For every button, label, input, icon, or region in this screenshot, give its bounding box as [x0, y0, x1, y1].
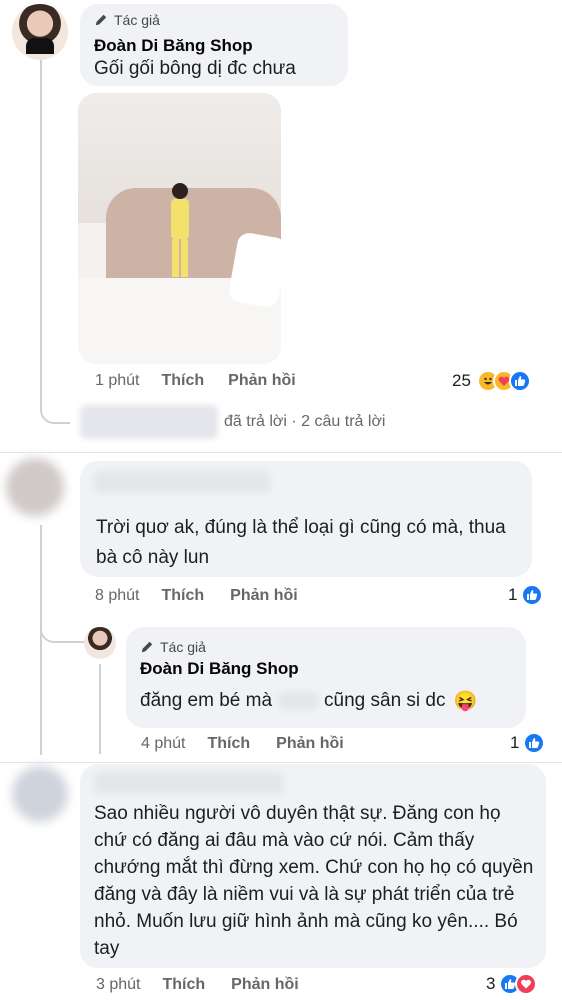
thread-line — [40, 525, 42, 755]
author-badge: Tác giả — [140, 639, 206, 655]
comment-text: Sao nhiều người vô duyên thật sự. Đăng c… — [94, 803, 534, 959]
photo-child — [166, 183, 194, 283]
reply-button[interactable]: Phản hồi — [230, 587, 298, 605]
like-icon — [508, 370, 531, 392]
comment-meta: 1 phút Thích Phản hồi — [95, 372, 296, 390]
comment-time[interactable]: 8 phút — [95, 587, 139, 605]
like-button[interactable]: Thích — [161, 587, 204, 605]
squint-tongue-emoji: 😝 — [453, 691, 478, 712]
reaction-count: 3 — [486, 974, 496, 993]
reply-button[interactable]: Phản hồi — [276, 735, 344, 753]
thread-curve — [40, 396, 70, 424]
reply-time[interactable]: 4 phút — [141, 735, 185, 753]
reply-text: đăng em bé mà cũng sân si dc 😝 — [140, 689, 477, 713]
like-icon — [521, 584, 544, 606]
reaction-summary[interactable]: 1 — [508, 584, 544, 606]
commenter-name-blurred — [94, 772, 284, 794]
reaction-summary[interactable]: 3 — [486, 973, 538, 995]
replies-summary[interactable]: đã trả lời · 2 câu trả lời — [224, 413, 385, 431]
reaction-count: 25 — [452, 371, 471, 390]
avatar[interactable] — [12, 766, 68, 822]
reply-text-start: đăng em bé mà — [140, 690, 273, 711]
divider — [0, 452, 562, 453]
pencil-icon — [95, 14, 107, 26]
author-name[interactable]: Đoàn Di Băng Shop — [140, 659, 299, 679]
reply-meta: 4 phút Thích Phản hồi — [141, 735, 344, 753]
reaction-summary[interactable]: 25 — [452, 370, 531, 392]
replier-name-blurred — [80, 405, 218, 439]
comment-text: Gối gối bông dị đc chưa — [94, 58, 296, 79]
reply-bubble: Tác giả Đoàn Di Băng Shop đăng em bé mà … — [126, 627, 526, 728]
like-button[interactable]: Thích — [207, 735, 250, 753]
thread-line — [99, 664, 101, 754]
comment-time[interactable]: 1 phút — [95, 372, 139, 390]
reaction-count: 1 — [510, 733, 520, 752]
divider — [0, 762, 562, 763]
comment-text: Trời quơ ak, đúng là thể loại gì cũng có… — [96, 517, 506, 568]
thread-curve — [40, 615, 86, 643]
comment-bubble: Tác giả Đoàn Di Băng Shop Gối gối bông d… — [80, 4, 348, 86]
author-badge: Tác giả — [94, 12, 160, 28]
like-button[interactable]: Thích — [161, 372, 204, 390]
commenter-name-blurred — [94, 471, 270, 493]
author-badge-label: Tác giả — [160, 639, 206, 655]
author-name[interactable]: Đoàn Di Băng Shop — [94, 36, 253, 56]
author-badge-label: Tác giả — [114, 12, 160, 28]
avatar[interactable] — [6, 458, 64, 516]
comment-meta: 8 phút Thích Phản hồi — [95, 587, 298, 605]
comment-meta: 3 phút Thích Phản hồi — [96, 976, 299, 994]
comment-photo[interactable] — [78, 93, 281, 364]
reaction-count: 1 — [508, 585, 518, 604]
like-icon — [523, 732, 546, 754]
pencil-icon — [141, 641, 153, 653]
comment-time[interactable]: 3 phút — [96, 976, 140, 994]
reaction-summary[interactable]: 1 — [510, 732, 546, 754]
avatar[interactable] — [12, 4, 68, 60]
thread-line — [40, 56, 42, 396]
reply-button[interactable]: Phản hồi — [231, 976, 299, 994]
comment-bubble: Trời quơ ak, đúng là thể loại gì cũng có… — [80, 461, 532, 577]
redacted-word — [278, 692, 319, 710]
love-icon — [515, 973, 538, 995]
reply-text-end: cũng sân si dc — [324, 690, 446, 711]
avatar[interactable] — [84, 627, 116, 659]
reply-button[interactable]: Phản hồi — [228, 372, 296, 390]
comment-bubble: Sao nhiều người vô duyên thật sự. Đăng c… — [80, 764, 546, 968]
like-button[interactable]: Thích — [162, 976, 205, 994]
